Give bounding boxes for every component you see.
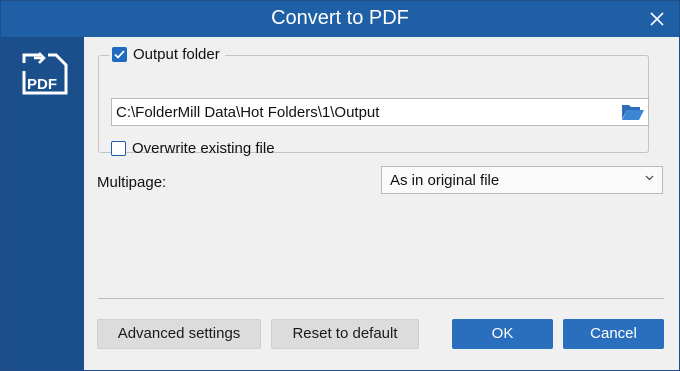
output-folder-label: Output folder bbox=[133, 46, 220, 63]
pdf-convert-icon: PDF bbox=[22, 52, 68, 95]
sidebar: PDF bbox=[1, 37, 84, 370]
main-panel: Output folder C:\FolderMill Data\Hot Fol… bbox=[84, 37, 679, 370]
ok-button[interactable]: OK bbox=[452, 319, 553, 349]
output-path-value: C:\FolderMill Data\Hot Folders\1\Output bbox=[116, 104, 380, 121]
output-folder-checkbox[interactable] bbox=[112, 47, 127, 62]
browse-folder-button[interactable] bbox=[621, 102, 645, 122]
divider bbox=[98, 298, 664, 299]
overwrite-label: Overwrite existing file bbox=[132, 140, 275, 157]
title-bar: Convert to PDF bbox=[1, 1, 679, 37]
window-title: Convert to PDF bbox=[271, 7, 409, 29]
svg-text:PDF: PDF bbox=[27, 76, 57, 93]
output-path-field[interactable]: C:\FolderMill Data\Hot Folders\1\Output bbox=[111, 98, 649, 126]
overwrite-checkbox[interactable] bbox=[111, 141, 126, 156]
advanced-settings-button[interactable]: Advanced settings bbox=[97, 319, 261, 349]
folder-open-icon bbox=[622, 105, 644, 120]
multipage-label: Multipage: bbox=[97, 174, 167, 191]
close-button[interactable] bbox=[643, 5, 671, 33]
multipage-selected-value: As in original file bbox=[390, 172, 500, 189]
output-folder-group: Output folder C:\FolderMill Data\Hot Fol… bbox=[98, 46, 649, 157]
close-icon bbox=[650, 12, 664, 26]
checkmark-icon bbox=[114, 50, 125, 59]
output-folder-toggle[interactable]: Output folder bbox=[109, 46, 225, 63]
overwrite-toggle[interactable]: Overwrite existing file bbox=[111, 140, 275, 157]
reset-to-default-button[interactable]: Reset to default bbox=[271, 319, 419, 349]
convert-dialog: Convert to PDF PDF Output folder C:\Fold… bbox=[0, 0, 680, 371]
chevron-down-icon bbox=[645, 175, 654, 181]
cancel-button[interactable]: Cancel bbox=[563, 319, 664, 349]
multipage-select[interactable]: As in original file bbox=[381, 166, 663, 194]
